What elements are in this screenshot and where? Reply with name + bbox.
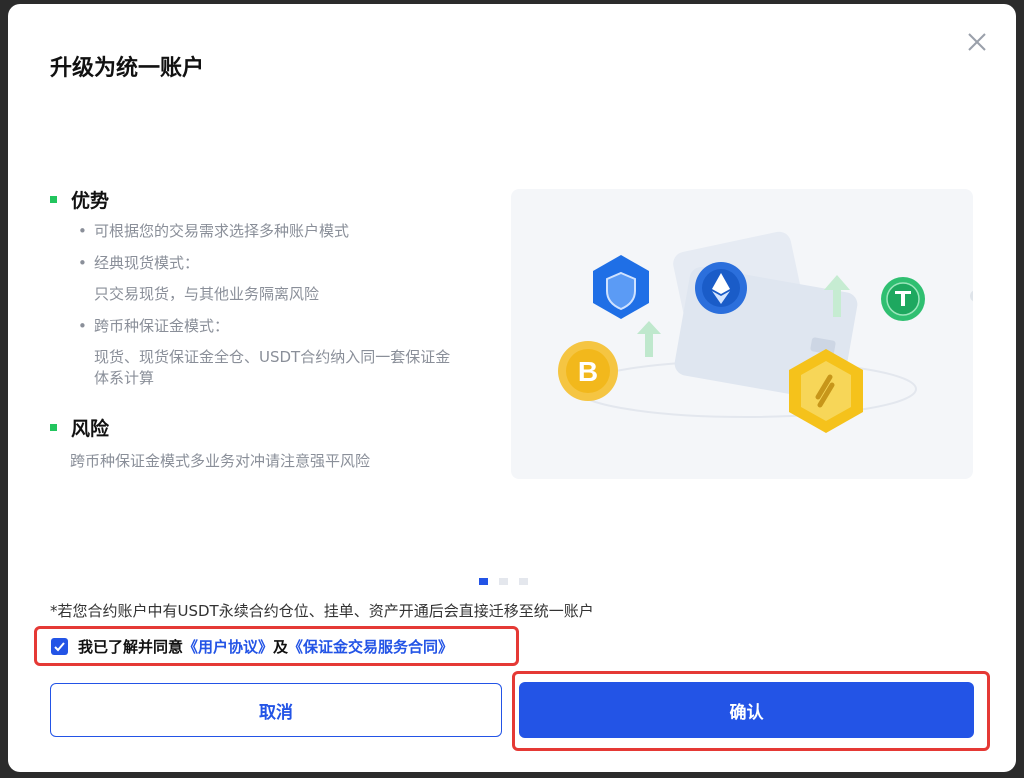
svg-text:B: B [578, 356, 598, 387]
close-icon[interactable] [963, 28, 991, 56]
agreement-checkbox[interactable] [51, 637, 68, 655]
margin-contract-link[interactable]: 《保证金交易服务合同》 [288, 638, 453, 656]
migration-note: *若您合约账户中有USDT永续合约仓位、挂单、资产开通后会直接迁移至统一账户 [50, 602, 594, 620]
carousel-dot[interactable] [479, 578, 488, 585]
tether-icon [881, 277, 925, 321]
advantages-list: • 可根据您的交易需求选择多种账户模式 • 经典现货模式： 只交易现货，与其他业… [78, 221, 518, 400]
ethereum-icon [695, 262, 747, 314]
risk-text: 跨币种保证金模式多业务对冲请注意强平风险 [70, 452, 371, 470]
cancel-button[interactable]: 取消 [50, 683, 502, 737]
agreement-text: 我已了解并同意《用户协议》及《保证金交易服务合同》 [78, 637, 454, 656]
confirm-button[interactable]: 确认 [519, 682, 974, 738]
agreement-row: 我已了解并同意《用户协议》及《保证金交易服务合同》 [34, 626, 519, 666]
bitcoin-icon: B [558, 341, 618, 401]
shield-icon [593, 255, 649, 319]
list-item: • 经典现货模式： 只交易现货，与其他业务隔离风险 [78, 254, 320, 303]
list-item: • 跨币种保证金模式： 现货、现货保证金全仓、USDT合约纳入同一套保证金 体系… [78, 317, 451, 387]
carousel-dot[interactable] [499, 578, 508, 585]
modal-title: 升级为统一账户 [50, 56, 205, 81]
arrow-up-icon [637, 321, 661, 357]
risk-heading: 风险 [50, 414, 109, 441]
check-icon [54, 641, 65, 651]
illustration: B [511, 189, 973, 479]
user-agreement-link[interactable]: 《用户协议》 [183, 638, 273, 656]
upgrade-account-modal: 升级为统一账户 优势 • 可根据您的交易需求选择多种账户模式 • 经典现货模式：… [8, 4, 1016, 772]
bullet-marker [50, 424, 57, 431]
carousel-indicator[interactable] [479, 578, 528, 585]
carousel-dot[interactable] [519, 578, 528, 585]
list-item: • 可根据您的交易需求选择多种账户模式 [78, 222, 350, 240]
advantages-heading: 优势 [50, 186, 109, 213]
bullet-marker [50, 196, 57, 203]
